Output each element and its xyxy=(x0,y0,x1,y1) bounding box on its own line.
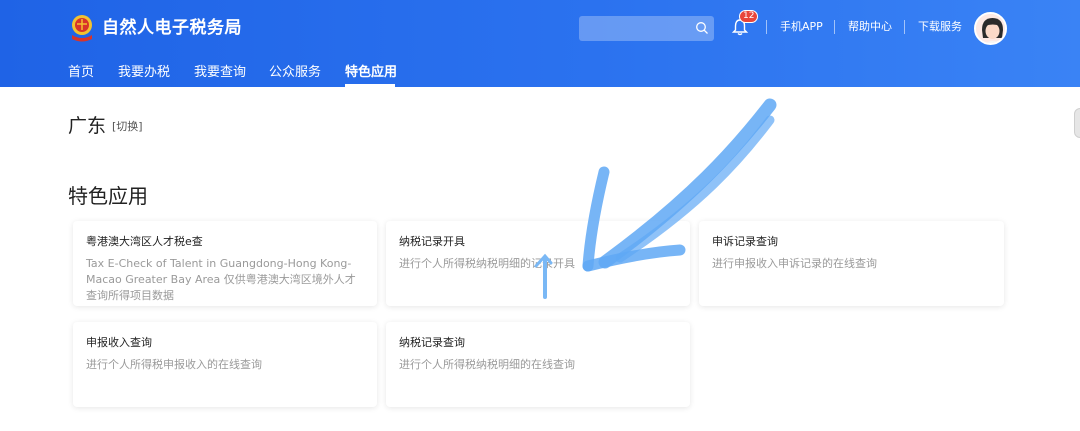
card-title: 申诉记录查询 xyxy=(712,235,778,248)
divider xyxy=(834,20,835,34)
nav-home[interactable]: 首页 xyxy=(68,64,94,82)
nav-public-services[interactable]: 公众服务 xyxy=(269,64,321,82)
card-title: 纳税记录开具 xyxy=(399,235,465,248)
active-tab-indicator xyxy=(345,84,395,87)
card-description: 进行个人所得税申报收入的在线查询 xyxy=(86,358,262,371)
nav-featured-apps[interactable]: 特色应用 xyxy=(345,64,397,82)
card-description: 进行申报收入申诉记录的在线查询 xyxy=(712,257,877,270)
avatar-icon xyxy=(976,14,1005,43)
app-card-tax-record-query[interactable]: 纳税记录查询 进行个人所得税纳税明细的在线查询 xyxy=(386,322,690,407)
search-icon[interactable] xyxy=(695,21,709,35)
section-title: 特色应用 xyxy=(68,184,148,208)
search-input[interactable] xyxy=(579,16,714,41)
tax-emblem-icon[interactable] xyxy=(68,13,96,43)
help-center-link[interactable]: 帮助中心 xyxy=(848,19,892,35)
nav-query[interactable]: 我要查询 xyxy=(194,64,246,82)
card-description: Tax E-Check of Talent in Guangdong-Hong … xyxy=(86,257,356,302)
user-avatar[interactable] xyxy=(974,12,1007,45)
mobile-app-link[interactable]: 手机APP xyxy=(780,19,823,35)
app-card-declared-income-query[interactable]: 申报收入查询 进行个人所得税申报收入的在线查询 xyxy=(73,322,377,407)
site-title[interactable]: 自然人电子税务局 xyxy=(102,16,242,40)
nav-tax-services[interactable]: 我要办税 xyxy=(118,64,170,82)
app-card-tax-record-issue[interactable]: 纳税记录开具 进行个人所得税纳税明细的记录开具 xyxy=(386,221,690,306)
divider xyxy=(904,20,905,34)
card-title: 申报收入查询 xyxy=(86,336,152,349)
divider xyxy=(766,20,767,34)
notification-badge: 12 xyxy=(739,10,759,23)
card-title: 粤港澳大湾区人才税e查 xyxy=(86,235,203,248)
side-scroll-handle[interactable] xyxy=(1074,108,1080,138)
region-name: 广东 xyxy=(68,115,107,137)
download-link[interactable]: 下载服务 xyxy=(918,19,962,35)
card-description: 进行个人所得税纳税明细的记录开具 xyxy=(399,257,575,270)
card-description: 进行个人所得税纳税明细的在线查询 xyxy=(399,358,575,371)
app-card-talent-tax-echeck[interactable]: 粤港澳大湾区人才税e查 Tax E-Check of Talent in Gua… xyxy=(73,221,377,306)
region-switch-link[interactable]: [切换] xyxy=(112,120,143,134)
app-card-appeal-record-query[interactable]: 申诉记录查询 进行申报收入申诉记录的在线查询 xyxy=(699,221,1004,306)
card-title: 纳税记录查询 xyxy=(399,336,465,349)
top-header: 自然人电子税务局 12 手机APP 帮助中心 下载服务 首页 我要办税 我要查询… xyxy=(0,0,1080,87)
